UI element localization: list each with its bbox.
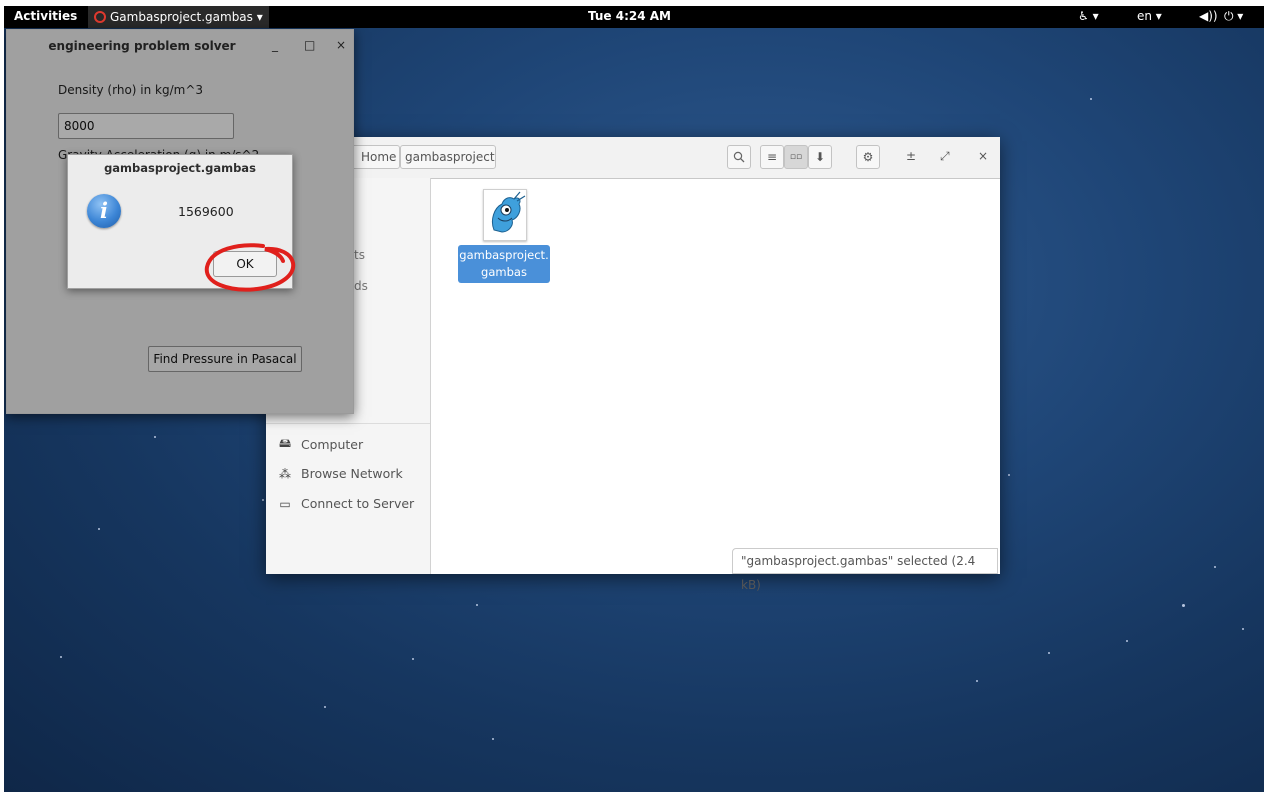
- list-view-icon[interactable]: ≡: [760, 145, 784, 169]
- network-icon: ⁂: [279, 466, 291, 481]
- sidebar-item-label: Browse Network: [301, 466, 403, 481]
- star: [60, 656, 62, 658]
- minimize-icon[interactable]: ±: [906, 149, 916, 163]
- star: [476, 604, 478, 606]
- star: [1090, 98, 1092, 100]
- accessibility-menu[interactable]: ♿ ▾: [1078, 9, 1099, 23]
- star: [1214, 566, 1216, 568]
- sidebar-item-label: Connect to Server: [301, 496, 415, 511]
- star: [976, 680, 978, 682]
- ok-button[interactable]: OK: [213, 251, 277, 277]
- sidebar-divider: [266, 423, 430, 424]
- gambas-app-icon: [94, 11, 106, 23]
- file-manager-window: Home gambasproject ≡ ▫▫ ⬇ ⚙ ± ⤢ × ts ds …: [266, 137, 1000, 592]
- file-manager-headerbar: Home gambasproject ≡ ▫▫ ⬇ ⚙ ± ⤢ ×: [266, 137, 1000, 179]
- star: [324, 706, 326, 708]
- volume-icon[interactable]: ◀)): [1199, 9, 1218, 23]
- star: [1008, 474, 1010, 476]
- path-current-button[interactable]: gambasproject: [400, 145, 496, 169]
- star: [98, 528, 100, 530]
- file-name-line: gambasproject.: [459, 248, 549, 262]
- star: [1126, 640, 1128, 642]
- star: [262, 499, 264, 501]
- info-icon: i: [87, 194, 121, 228]
- power-menu[interactable]: ⏻ ▾: [1224, 9, 1243, 24]
- star: [492, 738, 494, 740]
- grid-view-icon[interactable]: ▫▫: [784, 145, 808, 169]
- down-arrow-icon[interactable]: ⬇: [808, 145, 832, 169]
- computer-icon: 🖴: [278, 436, 292, 450]
- selection-status: "gambasproject.gambas" selected (2.4 kB): [732, 548, 998, 592]
- star: [412, 658, 414, 660]
- sidebar-item-browse-network[interactable]: ⁂ Browse Network: [278, 466, 403, 481]
- sidebar-item-connect-to-server[interactable]: ▭ Connect to Server: [278, 496, 414, 511]
- star: [1242, 628, 1244, 630]
- gear-icon[interactable]: ⚙: [856, 145, 880, 169]
- language-menu[interactable]: en ▾: [1137, 9, 1162, 23]
- server-icon: ▭: [279, 496, 291, 511]
- clock[interactable]: Tue 4:24 AM: [588, 9, 671, 23]
- search-icon[interactable]: [727, 145, 751, 169]
- desktop: Activities Gambasproject.gambas ▾ Tue 4:…: [4, 6, 1264, 792]
- gambas-file-icon: [483, 189, 527, 241]
- message-dialog: gambasproject.gambas i 1569600 OK: [67, 154, 293, 289]
- file-name-label: gambasproject. gambas: [458, 245, 550, 283]
- activities-button[interactable]: Activities: [14, 9, 77, 23]
- sidebar-item-label: Computer: [301, 437, 364, 452]
- result-value: 1569600: [178, 204, 234, 219]
- file-name-line: gambas: [481, 265, 527, 279]
- app-menu-label: Gambasproject.gambas ▾: [110, 10, 263, 24]
- maximize-icon[interactable]: ⤢: [940, 149, 950, 164]
- sidebar-text-fragment[interactable]: ds: [354, 279, 368, 293]
- dialog-title: gambasproject.gambas: [104, 161, 256, 175]
- star: [1182, 604, 1185, 607]
- top-bar: Activities Gambasproject.gambas ▾ Tue 4:…: [4, 6, 1264, 28]
- sidebar-text-fragment[interactable]: ts: [354, 248, 365, 262]
- star: [154, 436, 156, 438]
- sidebar-item-computer[interactable]: 🖴 Computer: [278, 434, 363, 455]
- app-menu-button[interactable]: Gambasproject.gambas ▾: [88, 6, 269, 28]
- star: [1048, 652, 1050, 654]
- close-icon[interactable]: ×: [978, 149, 988, 163]
